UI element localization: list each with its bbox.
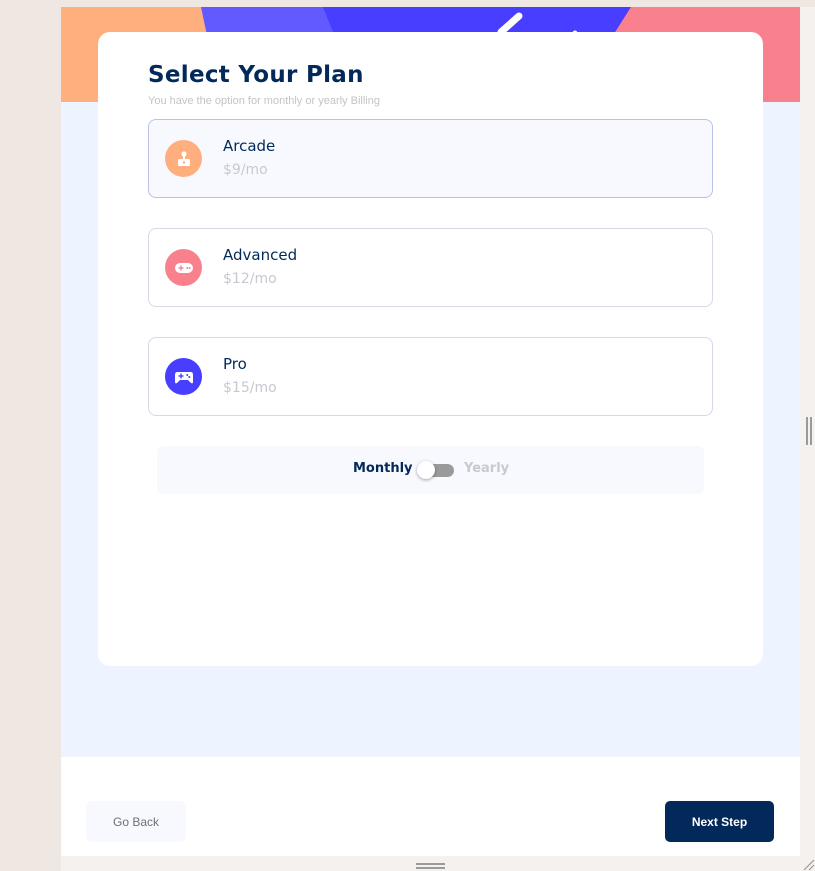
- resize-handle-horizontal[interactable]: [416, 863, 445, 869]
- plan-option-pro[interactable]: Pro $15/mo: [148, 337, 713, 416]
- page-subtitle: You have the option for monthly or yearl…: [148, 95, 380, 107]
- page-title: Select Your Plan: [148, 62, 364, 88]
- billing-monthly-label[interactable]: Monthly: [353, 461, 413, 476]
- billing-toggle[interactable]: [417, 461, 454, 479]
- arcade-joystick-icon: [165, 140, 202, 177]
- next-step-button[interactable]: Next Step: [665, 801, 774, 842]
- plan-price: $12/mo: [223, 271, 277, 287]
- plan-option-arcade[interactable]: Arcade $9/mo: [148, 119, 713, 198]
- plan-price: $15/mo: [223, 380, 277, 396]
- footer-bar: Go Back Next Step: [61, 757, 800, 856]
- plan-selection-card: Select Your Plan You have the option for…: [98, 32, 763, 666]
- plan-price: $9/mo: [223, 162, 268, 178]
- plan-name: Pro: [223, 355, 247, 373]
- billing-yearly-label[interactable]: Yearly: [464, 461, 509, 476]
- gamepad-icon: [165, 249, 202, 286]
- toggle-knob[interactable]: [417, 461, 435, 479]
- billing-period-switch: Monthly Yearly: [157, 446, 704, 494]
- plan-name: Arcade: [223, 137, 276, 155]
- resize-corner-icon[interactable]: [802, 858, 815, 871]
- resize-handle-vertical[interactable]: [806, 417, 812, 445]
- plan-name: Advanced: [223, 246, 298, 264]
- go-back-button[interactable]: Go Back: [86, 801, 186, 842]
- controller-icon: [165, 358, 202, 395]
- plan-option-advanced[interactable]: Advanced $12/mo: [148, 228, 713, 307]
